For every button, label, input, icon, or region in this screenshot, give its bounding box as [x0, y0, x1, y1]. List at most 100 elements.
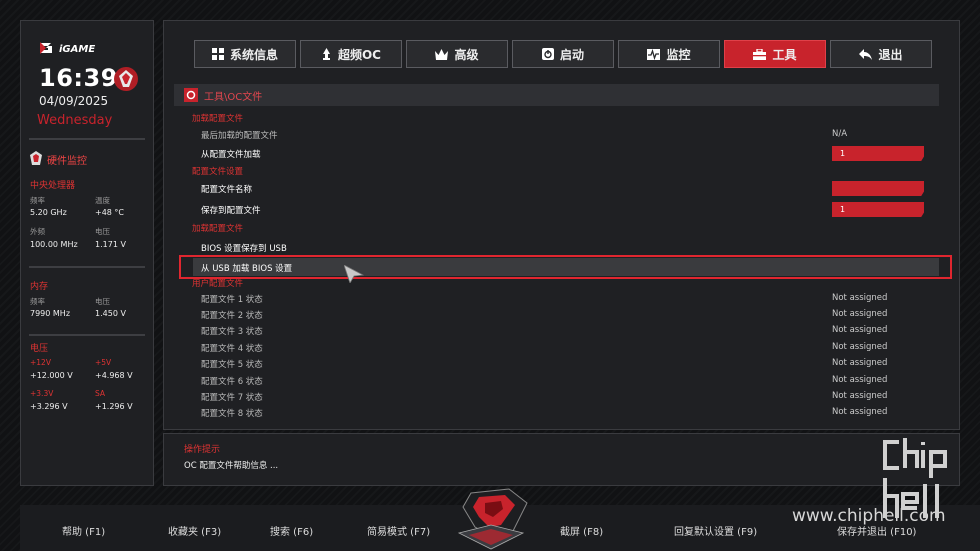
v12-value: +12.000 V: [30, 371, 73, 380]
help-f1-button[interactable]: 帮助 (F1): [62, 523, 105, 538]
voltage-section-title: 电压: [30, 344, 49, 354]
profile-status-value: Not assigned: [832, 293, 888, 303]
cpu-temp-label: 温度: [95, 196, 110, 205]
search-f6-button[interactable]: 搜索 (F6): [270, 523, 313, 538]
back-arrow-icon: [859, 48, 873, 60]
tab-monitor[interactable]: 监控: [618, 40, 720, 68]
profile-status-label: 配置文件 7 状态: [201, 393, 263, 403]
profile-status-label: 配置文件 1 状态: [201, 295, 263, 305]
v33-value: +3.296 V: [30, 402, 68, 411]
toolbox-icon: [753, 48, 767, 60]
tab-label: 监控: [666, 47, 691, 62]
profile-status-label: 配置文件 3 状态: [201, 327, 263, 337]
tab-label: 高级: [454, 47, 479, 62]
cpu-freq-value: 5.20 GHz: [30, 208, 67, 217]
load-from-field[interactable]: 1: [832, 146, 924, 161]
main-panel: 系统信息 超频OC 高级 启动 监控 工具 退出 工具\OC文件 加载配置文件 …: [163, 20, 960, 430]
v12-label: +12V: [30, 358, 51, 367]
easy-mode-f7-button[interactable]: 简易模式 (F7): [367, 523, 430, 538]
tab-exit[interactable]: 退出: [830, 40, 932, 68]
favorites-f3-button[interactable]: 收藏夹 (F3): [168, 523, 221, 538]
group-load-profile: 加载配置文件: [192, 114, 244, 124]
profile-status-value: Not assigned: [832, 407, 888, 417]
clock-day: Wednesday: [37, 113, 113, 128]
group-profile-settings: 配置文件设置: [192, 167, 244, 177]
tab-label: 退出: [878, 47, 903, 62]
profile-name-label: 配置文件名称: [201, 185, 253, 195]
v33-label: +3.3V: [30, 389, 54, 398]
grid-icon: [211, 48, 224, 60]
profile-status-label: 配置文件 5 状态: [201, 360, 263, 370]
cpu-bclk-value: 100.00 MHz: [30, 240, 78, 249]
clock-time: 16:39: [39, 64, 118, 92]
row-profile-status: 配置文件 5 状态 Not assigned: [164, 358, 959, 372]
help-text: OC 配置文件帮助信息 ...: [184, 461, 279, 471]
row-load-usb[interactable]: 从 USB 加载 BIOS 设置: [164, 262, 959, 276]
v5-label: +5V: [95, 358, 112, 367]
cpu-freq-label: 频率: [30, 196, 45, 205]
tab-tools[interactable]: 工具: [724, 40, 826, 68]
profile-status-value: Not assigned: [832, 309, 888, 319]
pulse-icon: [647, 48, 661, 60]
tab-label: 启动: [559, 47, 584, 62]
power-icon: [541, 48, 554, 60]
gem-icon: [114, 67, 138, 91]
profile-name-field[interactable]: [832, 181, 924, 196]
profile-status-value: Not assigned: [832, 342, 888, 352]
profile-status-label: 配置文件 6 状态: [201, 377, 263, 387]
profile-status-value: Not assigned: [832, 391, 888, 401]
tab-advanced[interactable]: 高级: [406, 40, 508, 68]
hardware-monitor-title: 硬件监控: [47, 156, 87, 167]
row-profile-status: 配置文件 3 状态 Not assigned: [164, 325, 959, 339]
logo-text: iGAME: [59, 44, 95, 55]
row-profile-status: 配置文件 8 状态 Not assigned: [164, 407, 959, 421]
mem-volt-value: 1.450 V: [95, 309, 126, 318]
sa-label: SA: [95, 389, 106, 398]
row-save-usb[interactable]: BIOS 设置保存到 USB: [164, 242, 959, 256]
igame-logo: iGAME: [40, 42, 95, 55]
help-panel: 操作提示 OC 配置文件帮助信息 ...: [163, 433, 960, 486]
tab-label: 系统信息: [229, 47, 278, 62]
hardware-monitor-icon: [30, 151, 42, 165]
igame-emblem-icon: [457, 488, 528, 550]
breadcrumb-text: 工具\OC文件: [204, 91, 263, 103]
group-load-profile-2: 加载配置文件: [192, 224, 244, 234]
row-last-loaded: 最后加载的配置文件 N/A: [164, 129, 959, 143]
tools-breadcrumb-icon: [184, 88, 198, 102]
mem-freq-value: 7990 MHz: [30, 309, 71, 318]
row-profile-status: 配置文件 6 状态 Not assigned: [164, 375, 959, 389]
cpu-vcore-label: 电压: [95, 227, 110, 236]
load-usb-label: 从 USB 加载 BIOS 设置: [201, 264, 293, 274]
v5-value: +4.968 V: [95, 371, 133, 380]
cpu-vcore-value: 1.171 V: [95, 240, 126, 249]
cpu-temp-value: +48 °C: [95, 208, 125, 217]
clock-date: 04/09/2025: [39, 94, 109, 108]
save-to-field[interactable]: 1: [832, 202, 924, 217]
last-loaded-value: N/A: [832, 129, 848, 139]
tab-boot[interactable]: 启动: [512, 40, 614, 68]
save-usb-label: BIOS 设置保存到 USB: [201, 244, 287, 254]
load-from-label: 从配置文件加载: [201, 150, 261, 160]
profile-status-label: 配置文件 2 状态: [201, 311, 263, 321]
crown-icon: [435, 48, 449, 60]
row-profile-status: 配置文件 2 状态 Not assigned: [164, 309, 959, 323]
row-profile-status: 配置文件 7 状态 Not assigned: [164, 391, 959, 405]
last-loaded-label: 最后加载的配置文件: [201, 131, 278, 141]
status-sidebar: iGAME 16:39 04/09/2025 Wednesday 硬件监控 中央…: [20, 20, 154, 486]
row-profile-status: 配置文件 1 状态 Not assigned: [164, 293, 959, 307]
sa-value: +1.296 V: [95, 402, 133, 411]
save-to-label: 保存到配置文件: [201, 206, 261, 216]
tab-label: 工具: [772, 47, 797, 62]
help-title: 操作提示: [184, 445, 221, 455]
row-profile-status: 配置文件 4 状态 Not assigned: [164, 342, 959, 356]
tab-system-info[interactable]: 系统信息: [194, 40, 296, 68]
load-defaults-f9-button[interactable]: 回复默认设置 (F9): [674, 523, 757, 538]
profile-status-value: Not assigned: [832, 325, 888, 335]
cpu-bclk-label: 外频: [30, 227, 45, 236]
tab-overclock[interactable]: 超频OC: [300, 40, 402, 68]
screenshot-f8-button[interactable]: 截屏 (F8): [560, 523, 603, 538]
mem-volt-label: 电压: [95, 297, 110, 306]
profile-status-label: 配置文件 4 状态: [201, 344, 263, 354]
mouse-cursor-icon: [344, 265, 364, 283]
mem-freq-label: 频率: [30, 297, 45, 306]
